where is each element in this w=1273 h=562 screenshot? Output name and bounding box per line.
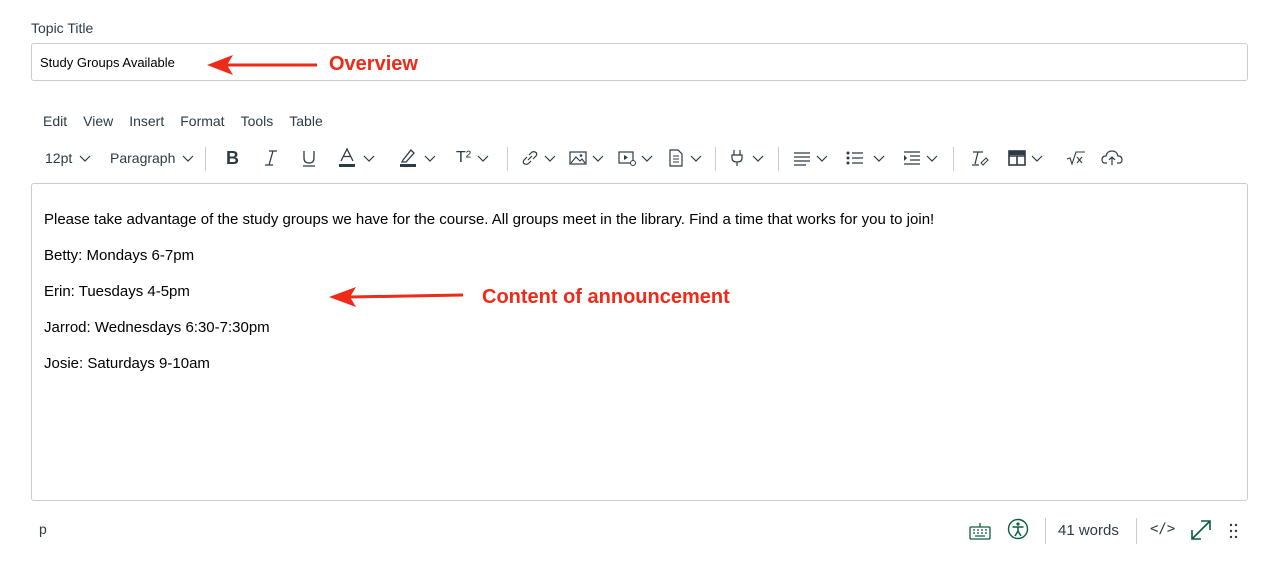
resize-handle-icon[interactable] xyxy=(1229,522,1239,540)
statusbar-separator xyxy=(1136,518,1137,544)
align-button[interactable] xyxy=(792,144,829,172)
accessibility-checker-icon[interactable] xyxy=(1007,518,1029,540)
italic-icon xyxy=(265,150,277,166)
media-icon xyxy=(618,151,636,166)
chevron-down-icon xyxy=(926,155,938,162)
chevron-down-icon xyxy=(79,155,91,162)
word-count: 41 words xyxy=(1058,522,1119,539)
svg-text:B: B xyxy=(226,148,239,168)
toolbar-separator xyxy=(507,147,508,171)
upload-button[interactable] xyxy=(1101,144,1123,172)
superscript-icon: T² xyxy=(456,149,472,166)
editor-toolbar: 12pt Paragraph B T² xyxy=(35,144,1235,172)
image-button[interactable] xyxy=(568,144,605,172)
chevron-down-icon xyxy=(816,155,828,162)
lti-apps-button[interactable] xyxy=(728,144,765,172)
document-icon xyxy=(669,149,683,167)
block-format-value: Paragraph xyxy=(110,150,176,166)
indent-icon xyxy=(904,151,920,165)
content-paragraph[interactable]: Please take advantage of the study group… xyxy=(44,211,1235,229)
underline-button[interactable] xyxy=(299,144,319,172)
statusbar-separator xyxy=(1045,518,1046,544)
math-equation-button[interactable] xyxy=(1065,144,1087,172)
keyboard-shortcuts-icon[interactable] xyxy=(969,521,991,541)
chevron-down-icon xyxy=(690,155,702,162)
overview-annotation: Overview xyxy=(329,53,418,75)
toolbar-separator xyxy=(953,147,954,171)
toolbar-separator xyxy=(205,147,206,171)
highlight-color-button[interactable] xyxy=(398,144,437,172)
editor-menubar: Edit View Insert Format Tools Table xyxy=(35,112,331,130)
align-icon xyxy=(794,152,810,166)
menu-tools[interactable]: Tools xyxy=(233,112,282,130)
font-size-select[interactable]: 12pt xyxy=(45,144,92,172)
table-button[interactable] xyxy=(1007,144,1044,172)
block-format-select[interactable]: Paragraph xyxy=(110,144,195,172)
menu-edit[interactable]: Edit xyxy=(35,112,75,130)
upload-cloud-icon xyxy=(1101,150,1123,165)
topic-title-label: Topic Title xyxy=(31,20,94,36)
menu-view[interactable]: View xyxy=(75,112,121,130)
indent-button[interactable] xyxy=(902,144,939,172)
content-arrow-icon xyxy=(329,287,464,307)
bullet-list-button[interactable] xyxy=(845,144,886,172)
chevron-down-icon xyxy=(592,155,604,162)
element-path[interactable]: p xyxy=(39,521,47,537)
clear-formatting-icon xyxy=(972,151,989,166)
font-size-value: 12pt xyxy=(45,150,73,166)
chevron-down-icon xyxy=(182,155,194,162)
chevron-down-icon xyxy=(1031,155,1043,162)
italic-button[interactable] xyxy=(261,144,281,172)
chevron-down-icon xyxy=(477,155,489,162)
editor-statusbar: p 41 words </> xyxy=(0,512,1273,552)
document-button[interactable] xyxy=(666,144,703,172)
chevron-down-icon xyxy=(641,155,653,162)
menu-insert[interactable]: Insert xyxy=(121,112,172,130)
content-annotation: Content of announcement xyxy=(482,286,730,308)
table-icon xyxy=(1008,150,1026,166)
media-button[interactable] xyxy=(617,144,654,172)
link-icon xyxy=(522,151,538,165)
overview-arrow-icon xyxy=(207,55,317,75)
link-button[interactable] xyxy=(520,144,557,172)
bold-icon: B xyxy=(226,148,239,168)
toolbar-separator xyxy=(715,147,716,171)
chevron-down-icon xyxy=(544,155,556,162)
bullet-list-icon xyxy=(846,151,863,165)
superscript-button[interactable]: T² xyxy=(456,144,490,172)
math-equation-icon xyxy=(1066,151,1085,166)
content-paragraph[interactable]: Betty: Mondays 6-7pm xyxy=(44,247,1235,265)
content-paragraph[interactable]: Jarrod: Wednesdays 6:30-7:30pm xyxy=(44,319,1235,337)
menu-format[interactable]: Format xyxy=(172,112,232,130)
image-icon xyxy=(569,151,587,165)
rich-content-editor[interactable]: Please take advantage of the study group… xyxy=(31,183,1248,501)
clear-formatting-button[interactable] xyxy=(970,144,990,172)
chevron-down-icon xyxy=(873,155,885,162)
text-color-icon xyxy=(339,147,355,167)
text-color-button[interactable] xyxy=(337,144,376,172)
bold-button[interactable]: B xyxy=(223,144,243,172)
menu-table[interactable]: Table xyxy=(281,112,330,130)
underline-icon xyxy=(303,151,315,167)
lti-apps-icon xyxy=(731,150,743,166)
fullscreen-icon[interactable] xyxy=(1189,518,1213,542)
content-paragraph[interactable]: Josie: Saturdays 9-10am xyxy=(44,355,1235,373)
chevron-down-icon xyxy=(752,155,764,162)
toolbar-separator xyxy=(778,147,779,171)
chevron-down-icon xyxy=(424,155,436,162)
highlight-icon xyxy=(400,149,416,167)
html-editor-toggle-icon[interactable]: </> xyxy=(1150,521,1175,537)
chevron-down-icon xyxy=(363,155,375,162)
